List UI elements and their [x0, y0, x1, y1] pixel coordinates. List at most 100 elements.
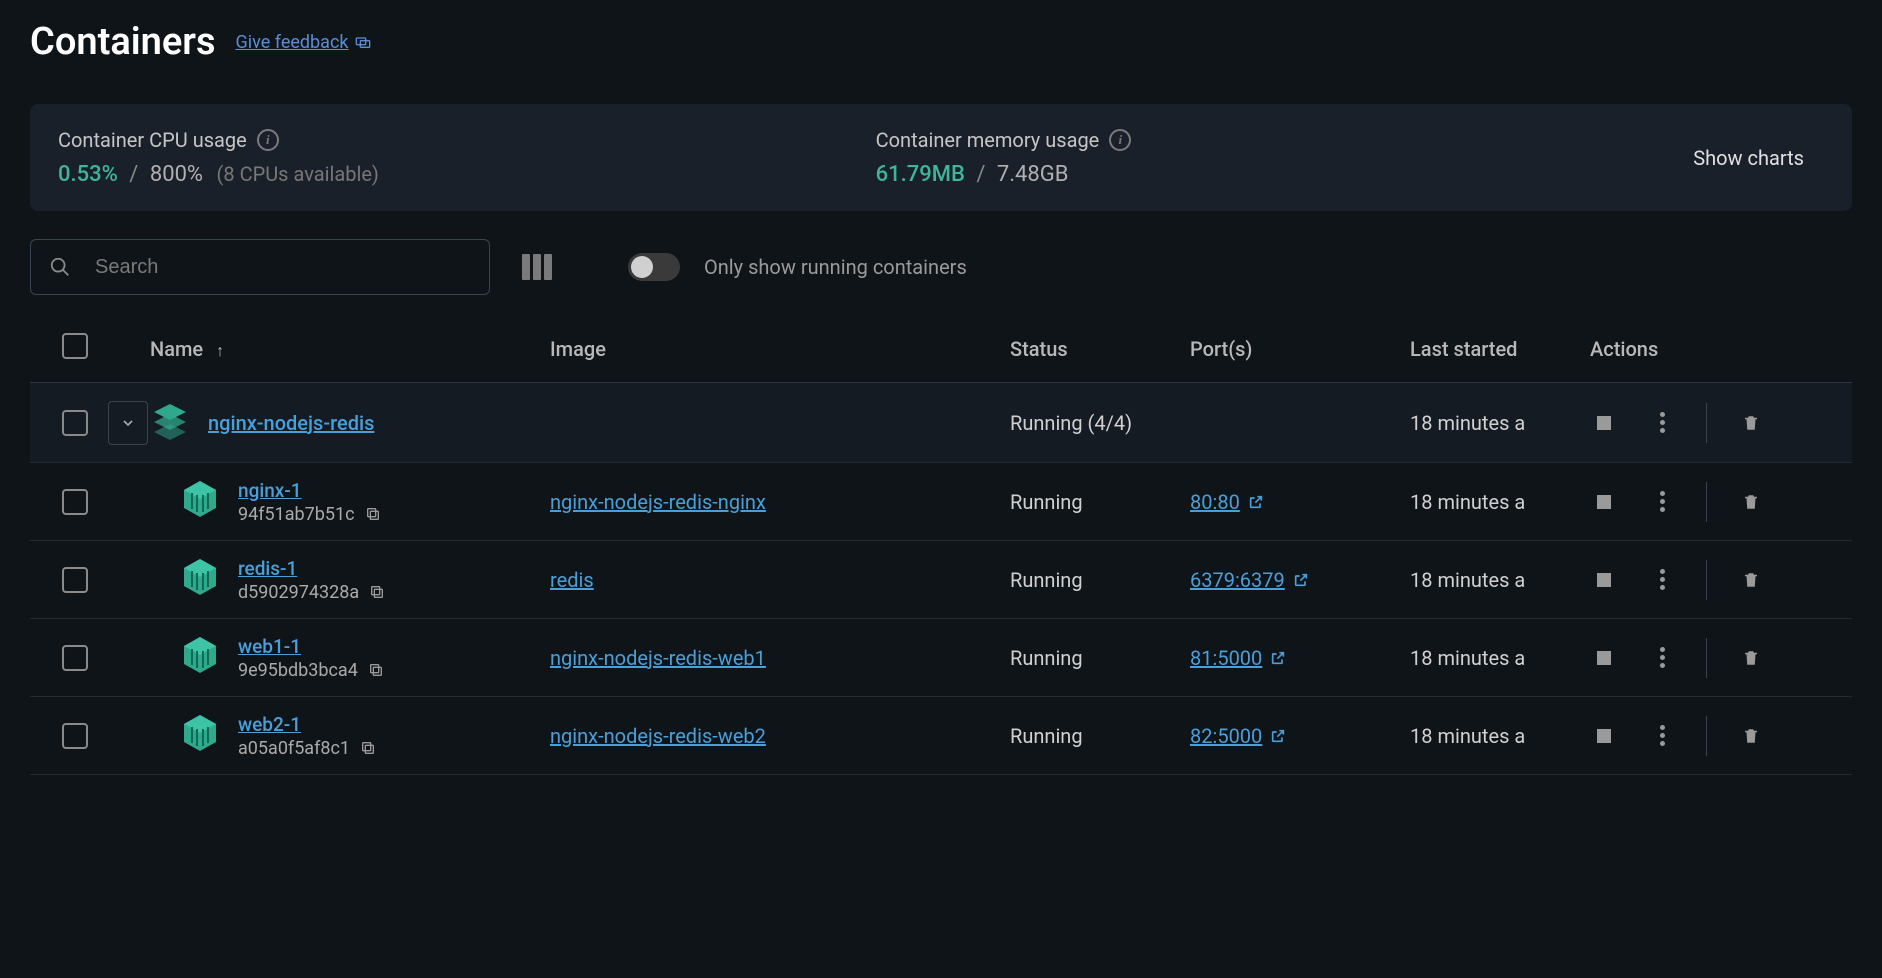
containers-table: Name ↑ Image Status Port(s) Last started… [30, 315, 1852, 775]
delete-button[interactable] [1737, 722, 1765, 750]
memory-stat: Container memory usage i 61.79MB / 7.48G… [876, 128, 1694, 187]
container-name-link[interactable]: redis-1 [238, 557, 385, 580]
show-charts-button[interactable]: Show charts [1693, 146, 1804, 170]
stop-button[interactable] [1590, 409, 1618, 437]
info-icon[interactable]: i [1109, 129, 1131, 151]
copy-icon[interactable] [360, 740, 376, 756]
table-group-row: nginx-nodejs-redis Running (4/4) 18 minu… [30, 383, 1852, 463]
group-name-link[interactable]: nginx-nodejs-redis [208, 411, 374, 435]
action-divider [1706, 403, 1707, 443]
table-row: nginx-1 94f51ab7b51c nginx-nodejs-redis-… [30, 463, 1852, 541]
running-only-toggle[interactable] [628, 253, 680, 281]
container-name-link[interactable]: web1-1 [238, 635, 384, 658]
table-header-row: Name ↑ Image Status Port(s) Last started… [30, 315, 1852, 383]
container-name-link[interactable]: nginx-1 [238, 479, 381, 502]
header-name[interactable]: Name ↑ [150, 337, 550, 361]
search-input[interactable] [95, 256, 471, 279]
page-title: Containers [30, 20, 216, 64]
port-link[interactable]: 80:80 [1190, 490, 1410, 514]
container-icon [180, 635, 220, 680]
chevron-down-icon [120, 415, 136, 431]
more-button[interactable] [1648, 409, 1676, 437]
stack-icon [150, 400, 190, 445]
container-hash: d5902974328a [238, 582, 385, 603]
group-status: Running (4/4) [1010, 411, 1190, 435]
container-name-link[interactable]: web2-1 [238, 713, 376, 736]
container-icon [180, 557, 220, 602]
stop-button[interactable] [1590, 488, 1618, 516]
stop-button[interactable] [1590, 566, 1618, 594]
toggle-label: Only show running containers [704, 255, 967, 279]
feedback-icon [355, 34, 371, 50]
last-started: 18 minutes a [1410, 724, 1590, 748]
external-link-icon [1248, 494, 1264, 510]
external-link-icon [1270, 650, 1286, 666]
cpu-sep: / [129, 162, 138, 187]
more-button[interactable] [1648, 566, 1676, 594]
table-row: redis-1 d5902974328a redis Running 6379:… [30, 541, 1852, 619]
trash-icon [1742, 492, 1760, 512]
port-link[interactable]: 81:5000 [1190, 646, 1410, 670]
image-link[interactable]: nginx-nodejs-redis-web2 [550, 724, 766, 748]
row-checkbox[interactable] [62, 489, 88, 515]
external-link-icon [1293, 572, 1309, 588]
delete-button[interactable] [1737, 409, 1765, 437]
last-started: 18 minutes a [1410, 646, 1590, 670]
container-hash: 94f51ab7b51c [238, 504, 381, 525]
search-box[interactable] [30, 239, 490, 295]
image-link[interactable]: nginx-nodejs-redis-nginx [550, 490, 766, 514]
expand-button[interactable] [108, 401, 148, 445]
last-started: 18 minutes a [1410, 490, 1590, 514]
trash-icon [1742, 413, 1760, 433]
last-started: 18 minutes a [1410, 568, 1590, 592]
header-image[interactable]: Image [550, 337, 1010, 361]
header-ports[interactable]: Port(s) [1190, 337, 1410, 361]
row-checkbox[interactable] [62, 410, 88, 436]
header-status[interactable]: Status [1010, 337, 1190, 361]
action-divider [1706, 716, 1707, 756]
copy-icon[interactable] [368, 662, 384, 678]
header-actions: Actions [1590, 337, 1852, 361]
action-divider [1706, 482, 1707, 522]
action-divider [1706, 560, 1707, 600]
stop-button[interactable] [1590, 644, 1618, 672]
port-link[interactable]: 82:5000 [1190, 724, 1410, 748]
select-all-checkbox[interactable] [62, 333, 88, 359]
table-row: web1-1 9e95bdb3bca4 nginx-nodejs-redis-w… [30, 619, 1852, 697]
feedback-label: Give feedback [236, 32, 349, 53]
info-icon[interactable]: i [257, 129, 279, 151]
more-button[interactable] [1648, 488, 1676, 516]
row-checkbox[interactable] [62, 723, 88, 749]
row-checkbox[interactable] [62, 645, 88, 671]
delete-button[interactable] [1737, 566, 1765, 594]
cpu-used: 0.53% [58, 162, 118, 187]
copy-icon[interactable] [369, 584, 385, 600]
more-button[interactable] [1648, 644, 1676, 672]
cpu-label: Container CPU usage [58, 128, 247, 152]
trash-icon [1742, 726, 1760, 746]
memory-sep: / [976, 162, 985, 187]
columns-button[interactable] [514, 246, 560, 288]
action-divider [1706, 638, 1707, 678]
trash-icon [1742, 648, 1760, 668]
port-link[interactable]: 6379:6379 [1190, 568, 1410, 592]
container-icon [180, 479, 220, 524]
image-link[interactable]: redis [550, 568, 594, 592]
row-checkbox[interactable] [62, 567, 88, 593]
container-hash: 9e95bdb3bca4 [238, 660, 384, 681]
stop-button[interactable] [1590, 722, 1618, 750]
header-last-started[interactable]: Last started [1410, 337, 1590, 361]
container-status: Running [1010, 490, 1190, 514]
sort-arrow-icon: ↑ [216, 341, 224, 360]
memory-label: Container memory usage [876, 128, 1100, 152]
container-status: Running [1010, 724, 1190, 748]
delete-button[interactable] [1737, 644, 1765, 672]
delete-button[interactable] [1737, 488, 1765, 516]
copy-icon[interactable] [365, 506, 381, 522]
container-icon [180, 713, 220, 758]
cpu-stat: Container CPU usage i 0.53% / 800% (8 CP… [58, 128, 876, 187]
feedback-link[interactable]: Give feedback [236, 32, 371, 53]
table-row: web2-1 a05a0f5af8c1 nginx-nodejs-redis-w… [30, 697, 1852, 775]
image-link[interactable]: nginx-nodejs-redis-web1 [550, 646, 766, 670]
more-button[interactable] [1648, 722, 1676, 750]
